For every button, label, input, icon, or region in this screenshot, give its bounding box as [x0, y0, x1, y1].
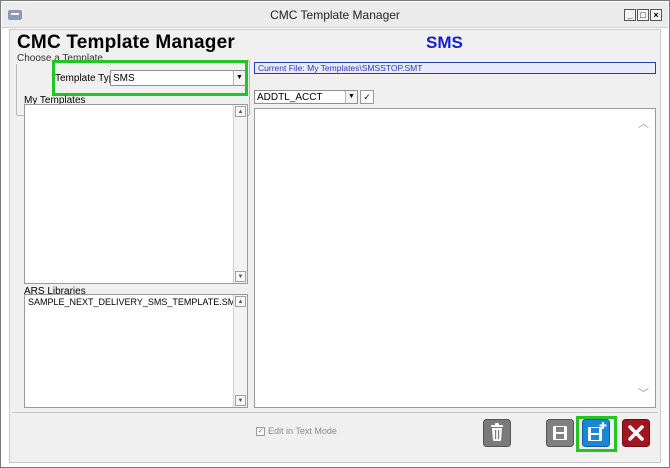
scroll-down-icon[interactable]: ▼ [235, 395, 246, 406]
footer-divider [12, 412, 658, 413]
trash-icon [483, 419, 511, 447]
current-file-bar: Current File: My Templates\SMSSTOP.SMT [254, 62, 656, 74]
title-bar[interactable]: CMC Template Manager _ □ × [2, 2, 668, 28]
list-item[interactable]: SAMPLE_NEXT_DELIVERY_SMS_TEMPLATE.SMT [28, 297, 241, 307]
field-select-value: ADDTL_ACCT [257, 91, 323, 103]
highlight-template-type [52, 60, 248, 96]
edit-text-mode-checkbox[interactable]: ✓ Edit in Text Mode [256, 426, 337, 436]
main-panel: CMC Template Manager SMS Choose a Templa… [9, 29, 661, 463]
scroll-up-icon[interactable]: ▲ [235, 296, 246, 307]
checkbox-icon[interactable]: ✓ [256, 426, 265, 436]
save-as-icon [582, 419, 610, 447]
check-icon[interactable]: ✓ [360, 90, 374, 104]
ars-libraries-list[interactable]: SAMPLE_NEXT_DELIVERY_SMS_TEMPLATE.SMT ▲ … [24, 294, 248, 408]
page-title: CMC Template Manager [17, 32, 235, 53]
scroll-down-icon[interactable]: ﹀ [638, 385, 649, 401]
template-type-heading: SMS [426, 33, 463, 52]
my-templates-list[interactable]: ▲ ▼ [24, 104, 248, 284]
scroll-down-icon[interactable]: ▼ [235, 271, 246, 282]
scroll-up-icon[interactable]: ︿ [638, 115, 649, 131]
window-title: CMC Template Manager [270, 8, 400, 22]
minimize-button[interactable]: _ [624, 9, 636, 21]
close-window-button[interactable]: × [650, 9, 662, 21]
app-window: CMC Template Manager _ □ × CMC Template … [0, 0, 670, 468]
template-editor[interactable]: ︿ ﹀ [254, 108, 656, 408]
delete-button[interactable] [483, 419, 511, 447]
field-select[interactable]: ADDTL_ACCT ▼ [254, 90, 358, 104]
save-button[interactable] [546, 419, 574, 447]
scroll-up-icon[interactable]: ▲ [235, 106, 246, 117]
save-icon [546, 419, 574, 447]
close-button[interactable] [622, 419, 650, 447]
maximize-button[interactable]: □ [637, 9, 649, 21]
edit-text-mode-label: Edit in Text Mode [268, 426, 337, 436]
my-templates-scrollbar[interactable]: ▲ ▼ [233, 105, 247, 283]
save-as-button[interactable] [582, 419, 610, 447]
ars-libraries-scrollbar[interactable]: ▲ ▼ [233, 295, 247, 407]
close-icon [622, 419, 650, 447]
chevron-down-icon[interactable]: ▼ [345, 91, 357, 103]
window-controls: _ □ × [624, 9, 662, 21]
